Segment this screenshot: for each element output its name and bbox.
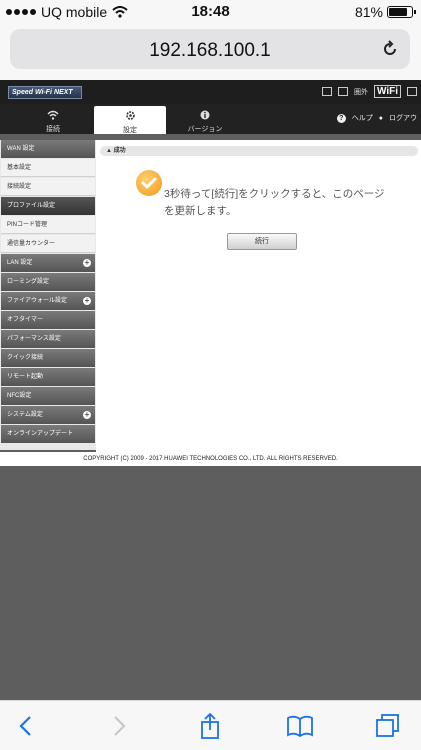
sidebar-item-system[interactable]: システム設定 + (1, 406, 95, 424)
battery-percent: 81% (354, 4, 383, 20)
sidebar-item-label: クイック接続 (7, 355, 44, 361)
tabs-icon[interactable] (373, 711, 403, 741)
sidebar-item-nfc[interactable]: NFC設定 (1, 387, 95, 405)
sidebar-item-label: リモート起動 (7, 374, 44, 380)
sidebar-item-label: システム設定 (7, 412, 43, 418)
tab-settings[interactable]: 設定 (94, 106, 166, 134)
sidebar-item-counter[interactable]: 通信量カウンター (1, 235, 95, 253)
wifi-icon (47, 110, 59, 120)
message-line-1: 3秒待って[続行]をクリックすると、このページ (164, 188, 385, 200)
sidebar-item-label: オフタイマー (7, 317, 44, 323)
sidebar-item-pin[interactable]: PINコード管理 (1, 216, 95, 234)
sidebar-item-label: ローミング設定 (7, 279, 50, 285)
user-icon: ● (378, 114, 383, 122)
status-right: 81% (354, 4, 416, 20)
sidebar-item-lan[interactable]: LAN 設定 + (1, 254, 95, 272)
sidebar-item-label: LAN 設定 (7, 260, 33, 266)
tab-label: 設定 (123, 127, 137, 134)
collapse-triangle-icon: ▲ (106, 148, 112, 154)
wifi-badge: WiFi (373, 85, 401, 98)
sim-icon (337, 87, 348, 96)
page: UQ mobile 18:48 81% 192.168.100.1 Speed … (0, 0, 421, 750)
message-line-2: を更新します。 (164, 205, 237, 217)
info-icon (200, 110, 210, 120)
status-bar: UQ mobile 18:48 81% (0, 0, 421, 24)
sidebar-item-firewall[interactable]: ファイアウォール設定 + (1, 292, 95, 310)
gear-icon (125, 111, 135, 120)
sidebar-item-wan[interactable]: WAN 設定 (1, 140, 95, 158)
main-content: ▲ 成功 3秒待って[続行]をクリックすると、このページ を更新します。 続行 (96, 140, 421, 452)
sidebar-item-performance[interactable]: パフォーマンス設定 (1, 330, 95, 348)
battery-icon (387, 6, 416, 18)
tab-label: 接続 (46, 126, 60, 133)
help-link[interactable]: ヘルプ (352, 113, 373, 123)
section-title: 成功 (113, 148, 126, 154)
address-bar[interactable]: 192.168.100.1 (10, 29, 410, 69)
continue-button[interactable]: 続行 (227, 233, 297, 250)
browser-toolbar (0, 700, 421, 750)
section-header: ▲ 成功 (100, 146, 418, 156)
brand-logo: Speed Wi-Fi NEXT (8, 86, 82, 99)
reload-icon[interactable] (380, 39, 400, 59)
success-check-icon (136, 170, 162, 196)
sidebar-item-label: 通信量カウンター (7, 241, 56, 247)
copyright-footer: COPYRIGHT (C) 2009 - 2017 HUAWEI TECHNOL… (0, 452, 421, 466)
sidebar-item-quick-connect[interactable]: クイック接続 (1, 349, 95, 367)
sidebar-item-remote-wake[interactable]: リモート起動 (1, 368, 95, 386)
sidebar-item-off-timer[interactable]: オフタイマー (1, 311, 95, 329)
sidebar-item-connection[interactable]: 接続設定 (1, 178, 95, 196)
expand-icon[interactable]: + (83, 259, 91, 267)
nav-right: ? ヘルプ ● ログアウ (336, 113, 417, 123)
help-icon[interactable]: ? (336, 113, 346, 123)
sidebar-item-label: NFC設定 (7, 393, 32, 399)
router-header: Speed Wi-Fi NEXT 圏外 WiFi (0, 80, 421, 104)
sidebar-item-label: ファイアウォール設定 (7, 298, 68, 304)
forward-icon[interactable] (103, 711, 133, 741)
sidebar-item-label: パフォーマンス設定 (7, 336, 61, 342)
sidebar-item-basic[interactable]: 基本設定 (1, 159, 95, 177)
sidebar-item-roaming[interactable]: ローミング設定 (1, 273, 95, 291)
sidebar-item-label: PINコード管理 (7, 222, 48, 228)
tab-connection[interactable]: 接続 (28, 106, 78, 134)
tab-version[interactable]: バージョン (180, 106, 230, 134)
battery-status-icon (407, 87, 417, 96)
back-icon[interactable] (12, 711, 42, 741)
address-bar-area: 192.168.100.1 (0, 24, 421, 80)
settings-sidebar: WAN 設定 基本設定 接続設定 プロファイル設定 PINコード管理 通信量カウ… (0, 140, 96, 450)
url-text[interactable]: 192.168.100.1 (10, 40, 410, 62)
tab-label: バージョン (187, 126, 223, 133)
bookmarks-icon[interactable] (285, 711, 315, 741)
sidebar-item-profile[interactable]: プロファイル設定 (1, 197, 95, 215)
message-icon[interactable] (321, 87, 332, 96)
sidebar-item-online-update[interactable]: オンラインアップデート (1, 425, 95, 443)
logout-link[interactable]: ログアウ (389, 113, 417, 123)
sidebar-item-label: プロファイル設定 (7, 203, 56, 209)
expand-icon[interactable]: + (83, 411, 91, 419)
sidebar-item-label: 基本設定 (7, 165, 32, 171)
sidebar-item-label: オンラインアップデート (7, 431, 74, 437)
header-icons: 圏外 WiFi (321, 85, 417, 98)
sidebar-item-label: WAN 設定 (7, 146, 35, 152)
signal-status: 圏外 (353, 88, 368, 96)
success-message: 3秒待って[続行]をクリックすると、このページ を更新します。 (164, 186, 414, 220)
expand-icon[interactable]: + (83, 297, 91, 305)
sidebar-item-label: 接続設定 (7, 184, 32, 190)
share-icon[interactable] (195, 711, 225, 741)
router-nav: 接続 設定 バージョン ? ヘルプ ● ログアウ (0, 104, 421, 134)
